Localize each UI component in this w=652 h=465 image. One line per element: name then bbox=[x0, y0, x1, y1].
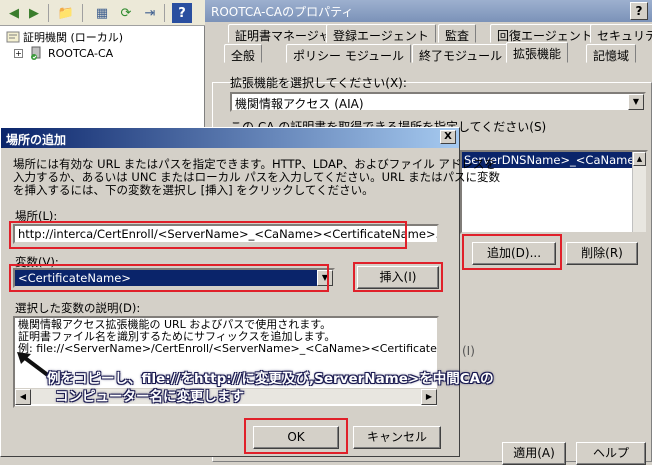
apply-button[interactable]: 適用(A) bbox=[502, 442, 566, 465]
tree-item-root-label: 証明機関 (ローカル) bbox=[23, 31, 124, 44]
extension-select[interactable]: 機関情報アクセス (AIA) ▼ bbox=[230, 92, 646, 112]
tab-general[interactable]: 全般 bbox=[224, 44, 263, 63]
toolbar-separator bbox=[164, 4, 165, 22]
properties-title-bar: ROOTCA-CAのプロパティ ? bbox=[205, 0, 652, 22]
intro-line-3: を挿入するには、下の変数を選択し [挿入] をクリックしてください。 bbox=[13, 183, 374, 197]
remove-location-button[interactable]: 削除(R) bbox=[566, 242, 638, 265]
tree-item-rootca-label: ROOTCA-CA bbox=[48, 46, 114, 60]
mmc-toolbar: ◀ ▶ 📁 ▦ ⟳ ⇥ ? bbox=[0, 0, 205, 26]
tab-storage[interactable]: 記憶域 bbox=[586, 44, 637, 63]
ca-server-icon bbox=[31, 46, 41, 60]
up-folder-icon[interactable]: 📁 bbox=[56, 3, 76, 23]
help-icon[interactable]: ? bbox=[172, 3, 192, 23]
annotation-text: 例をコピーし、file://をhttp://に変更及び,ServerName>を… bbox=[47, 370, 494, 406]
annotation-line-1: 例をコピーし、file://をhttp://に変更及び,ServerName>を… bbox=[47, 371, 494, 387]
dialog-title-bar: 場所の追加 X bbox=[1, 128, 459, 148]
certificate-authority-icon bbox=[6, 31, 20, 43]
variable-select-value: <CertificateName> bbox=[15, 270, 317, 286]
tab-policy-module[interactable]: ポリシー モジュール bbox=[286, 44, 411, 63]
side-label: (I) bbox=[462, 344, 475, 358]
forward-arrow-icon[interactable]: ▶ bbox=[24, 3, 44, 23]
cancel-button[interactable]: キャンセル bbox=[353, 426, 441, 449]
variable-desc-label: 選択した変数の説明(D): bbox=[15, 301, 141, 315]
title-help-button[interactable]: ? bbox=[630, 2, 648, 20]
tree-item-rootca[interactable]: + ROOTCA-CA bbox=[14, 45, 113, 61]
back-arrow-icon[interactable]: ◀ bbox=[4, 3, 24, 23]
toolbar-separator bbox=[48, 4, 49, 22]
tab-extensions[interactable]: 拡張機能 bbox=[506, 42, 569, 63]
desc-line-3: 例: file://<ServerName>/CertEnroll/<Serve… bbox=[18, 342, 437, 355]
chevron-down-icon[interactable]: ▼ bbox=[628, 94, 644, 110]
tab-recovery-agents[interactable]: 回復エージェント bbox=[490, 24, 600, 43]
chevron-down-icon[interactable]: ▼ bbox=[317, 270, 333, 286]
dialog-title: 場所の追加 bbox=[6, 133, 67, 147]
location-input[interactable]: http://interca/CertEnroll/<ServerName>_<… bbox=[13, 224, 439, 244]
export-icon[interactable]: ⇥ bbox=[140, 3, 160, 23]
insert-button[interactable]: 挿入(I) bbox=[357, 266, 439, 289]
tab-exit-module[interactable]: 終了モジュール bbox=[412, 44, 510, 63]
list-scrollbar[interactable]: ▲ bbox=[632, 152, 646, 232]
scroll-left-icon[interactable]: ◀ bbox=[15, 389, 31, 405]
expand-plus-icon[interactable]: + bbox=[14, 48, 23, 58]
add-location-button[interactable]: 追加(D)... bbox=[472, 242, 556, 265]
annotation-line-2: コンピューター名に変更します bbox=[55, 389, 244, 405]
properties-icon[interactable]: ▦ bbox=[92, 3, 112, 23]
scroll-up-icon[interactable]: ▲ bbox=[633, 152, 646, 166]
toolbar-separator bbox=[82, 4, 83, 22]
location-label: 場所(L): bbox=[15, 209, 58, 223]
properties-title: ROOTCA-CAのプロパティ bbox=[211, 5, 354, 19]
tab-security[interactable]: セキュリティ bbox=[590, 24, 652, 43]
add-location-dialog: 場所の追加 X 場所には有効な URL またはパスを指定できます。HTTP、LD… bbox=[0, 127, 500, 457]
tab-auditing[interactable]: 監査 bbox=[438, 24, 477, 43]
select-extension-label: 拡張機能を選択してください(X): bbox=[230, 76, 407, 90]
refresh-icon[interactable]: ⟳ bbox=[116, 3, 136, 23]
help-button[interactable]: ヘルプ bbox=[576, 442, 646, 465]
ok-button[interactable]: OK bbox=[253, 426, 339, 449]
close-icon[interactable]: X bbox=[440, 130, 456, 144]
tab-enrollment-agents[interactable]: 登録エージェント bbox=[326, 24, 436, 43]
extension-select-value: 機関情報アクセス (AIA) bbox=[235, 97, 364, 111]
variable-select[interactable]: <CertificateName> ▼ bbox=[13, 268, 335, 288]
tree-item-root[interactable]: 証明機関 (ローカル) bbox=[6, 29, 123, 45]
